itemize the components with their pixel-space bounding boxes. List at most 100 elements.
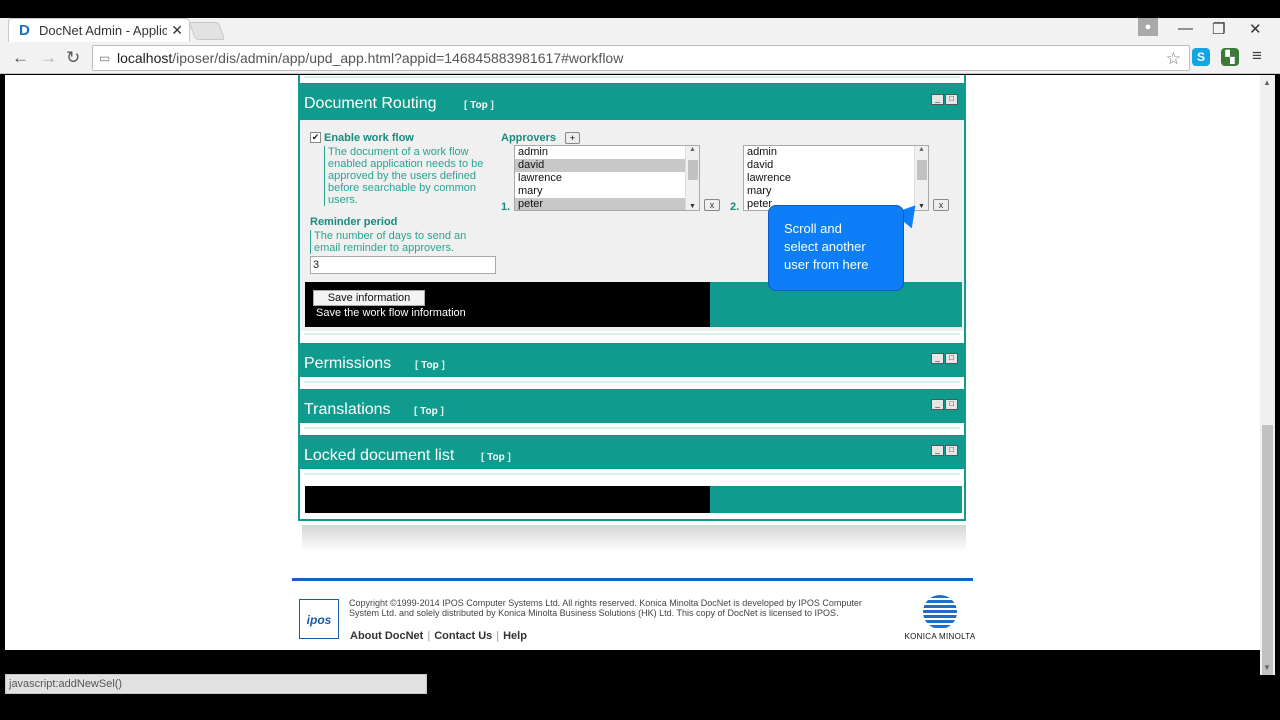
address-bar[interactable]: ▭ localhost/iposer/dis/admin/app/upd_app… xyxy=(92,45,1190,71)
approver-index-1: 1. xyxy=(501,201,511,213)
approver-list-1[interactable]: admin david lawrence mary peter ▲ ▼ xyxy=(514,145,700,211)
divider xyxy=(304,427,960,429)
scroll-up-icon[interactable]: ▲ xyxy=(1263,78,1271,87)
enable-workflow-label: Enable work flow xyxy=(324,132,414,144)
top-link[interactable]: [ Top ] xyxy=(414,406,444,417)
top-link-label: Top xyxy=(470,100,488,111)
remove-approver-2-button[interactable]: x xyxy=(933,199,949,211)
list-item[interactable]: david xyxy=(744,159,928,172)
save-description: Save the work flow information xyxy=(316,307,466,319)
panel-shadow xyxy=(302,525,966,553)
tutorial-callout: Scroll and select another user from here xyxy=(768,205,904,291)
minimize-icon[interactable]: — xyxy=(1178,20,1193,37)
list-item[interactable]: admin xyxy=(744,146,928,159)
section-window-controls: _ □ xyxy=(930,439,960,456)
new-tab-button[interactable] xyxy=(188,22,226,40)
collapse-icon[interactable]: _ xyxy=(931,353,944,364)
list-scrollbar[interactable]: ▲ ▼ xyxy=(685,146,699,210)
document-routing-header: Document Routing [ Top ] _ □ xyxy=(300,83,964,120)
list-item[interactable]: lawrence xyxy=(515,172,699,185)
url-text[interactable]: localhost/iposer/dis/admin/app/upd_app.h… xyxy=(117,50,623,66)
status-bar: javascript:addNewSel() xyxy=(5,674,427,694)
konica-globe-icon xyxy=(923,595,957,629)
forward-icon[interactable]: → xyxy=(40,48,57,68)
scroll-thumb[interactable] xyxy=(917,160,927,180)
top-link[interactable]: [ Top ] xyxy=(415,360,445,371)
list-item[interactable]: peter xyxy=(515,198,699,210)
section-window-controls: _ □ xyxy=(930,347,960,364)
section-window-controls: _ □ xyxy=(930,88,960,105)
bookmark-star-icon[interactable]: ☆ xyxy=(1166,49,1181,69)
expand-icon[interactable]: □ xyxy=(945,353,958,364)
reminder-period-label: Reminder period xyxy=(310,216,398,228)
page-viewport: Document Routing [ Top ] _ □ ✔ Enable wor… xyxy=(5,75,1260,650)
collapse-icon[interactable]: _ xyxy=(931,94,944,105)
about-docnet-link[interactable]: About DocNet xyxy=(350,630,423,642)
restore-icon[interactable]: ❐ xyxy=(1212,20,1225,38)
save-information-button[interactable]: Save information xyxy=(313,290,425,306)
list-scrollbar[interactable]: ▲ ▼ xyxy=(914,146,928,210)
url-host: localhost xyxy=(117,50,173,66)
top-link[interactable]: [ Top ] xyxy=(481,452,511,463)
scroll-down-icon[interactable]: ▼ xyxy=(1263,663,1271,672)
expand-icon[interactable]: □ xyxy=(945,94,958,105)
scroll-up-icon[interactable]: ▲ xyxy=(918,146,925,153)
translations-header: Translations [ Top ] _ □ xyxy=(300,389,964,423)
extension-icon[interactable]: ▚ xyxy=(1221,48,1239,66)
top-link-label: Top xyxy=(421,360,439,371)
scroll-thumb[interactable] xyxy=(688,160,698,180)
close-window-icon[interactable]: ✕ xyxy=(1249,20,1262,38)
callout-line: select another xyxy=(784,239,866,254)
url-path: /iposer/dis/admin/app/upd_app.html?appid… xyxy=(172,50,624,66)
docnet-favicon-icon: D xyxy=(19,22,30,39)
profile-icon[interactable]: ● xyxy=(1138,18,1158,36)
permissions-header: Permissions [ Top ] _ □ xyxy=(300,343,964,377)
close-tab-icon[interactable]: ✕ xyxy=(171,22,183,39)
page-scrollbar[interactable]: ▲ ▼ xyxy=(1260,75,1275,675)
page-icon: ▭ xyxy=(99,51,111,65)
collapse-icon[interactable]: _ xyxy=(931,399,944,410)
contact-us-link[interactable]: Contact Us xyxy=(434,630,492,642)
divider xyxy=(304,333,960,335)
back-icon[interactable]: ← xyxy=(12,48,29,68)
add-approver-button[interactable]: + xyxy=(565,132,580,144)
tab-title: DocNet Admin - Applic... xyxy=(39,23,167,38)
section-title: Document Routing xyxy=(304,95,437,112)
skype-extension-icon[interactable]: S xyxy=(1192,48,1210,66)
remove-approver-1-button[interactable]: x xyxy=(704,199,720,211)
enable-workflow-checkbox[interactable]: ✔ xyxy=(310,132,321,143)
title-bar: D DocNet Admin - Applic... ✕ ● — ❐ ✕ xyxy=(0,18,1280,42)
expand-icon[interactable]: □ xyxy=(945,399,958,410)
footer-links: About DocNet | Contact Us | Help xyxy=(350,630,527,642)
list-item[interactable]: david xyxy=(515,159,699,172)
callout-line: Scroll and xyxy=(784,221,842,236)
browser-window: D DocNet Admin - Applic... ✕ ● — ❐ ✕ ← →… xyxy=(0,0,1280,720)
section-title: Translations xyxy=(304,401,391,418)
browser-tab[interactable]: D DocNet Admin - Applic... ✕ xyxy=(8,18,190,42)
reload-icon[interactable]: ↻ xyxy=(66,48,80,68)
top-link-label: Top xyxy=(487,452,505,463)
scroll-down-icon[interactable]: ▼ xyxy=(689,203,696,210)
collapse-icon[interactable]: _ xyxy=(931,445,944,456)
copyright-text: Copyright ©1999-2014 IPOS Computer Syste… xyxy=(349,598,862,618)
approver-list-2[interactable]: admin david lawrence mary peter ▲ ▼ xyxy=(743,145,929,211)
list-item[interactable]: mary xyxy=(515,185,699,198)
top-link[interactable]: [ Top ] xyxy=(464,100,494,111)
locked-list-header: Locked document list [ Top ] _ □ xyxy=(300,435,964,469)
divider xyxy=(304,381,960,383)
section-window-controls: _ □ xyxy=(930,393,960,410)
list-item[interactable]: lawrence xyxy=(744,172,928,185)
approver-index-2: 2. xyxy=(730,201,740,213)
konica-minolta-logo: KONICA MINOLTA xyxy=(898,595,982,645)
reminder-period-input[interactable]: 3 xyxy=(310,256,496,274)
list-item[interactable]: admin xyxy=(515,146,699,159)
app-config-panel: Document Routing [ Top ] _ □ ✔ Enable wor… xyxy=(298,75,966,521)
help-link[interactable]: Help xyxy=(503,630,527,642)
menu-icon[interactable]: ≡ xyxy=(1252,46,1262,66)
locked-list-bar-fill xyxy=(710,486,962,513)
page-scroll-thumb[interactable] xyxy=(1262,425,1273,675)
scroll-up-icon[interactable]: ▲ xyxy=(689,146,696,153)
approvers-label: Approvers xyxy=(501,132,557,144)
expand-icon[interactable]: □ xyxy=(945,445,958,456)
list-item[interactable]: mary xyxy=(744,185,928,198)
